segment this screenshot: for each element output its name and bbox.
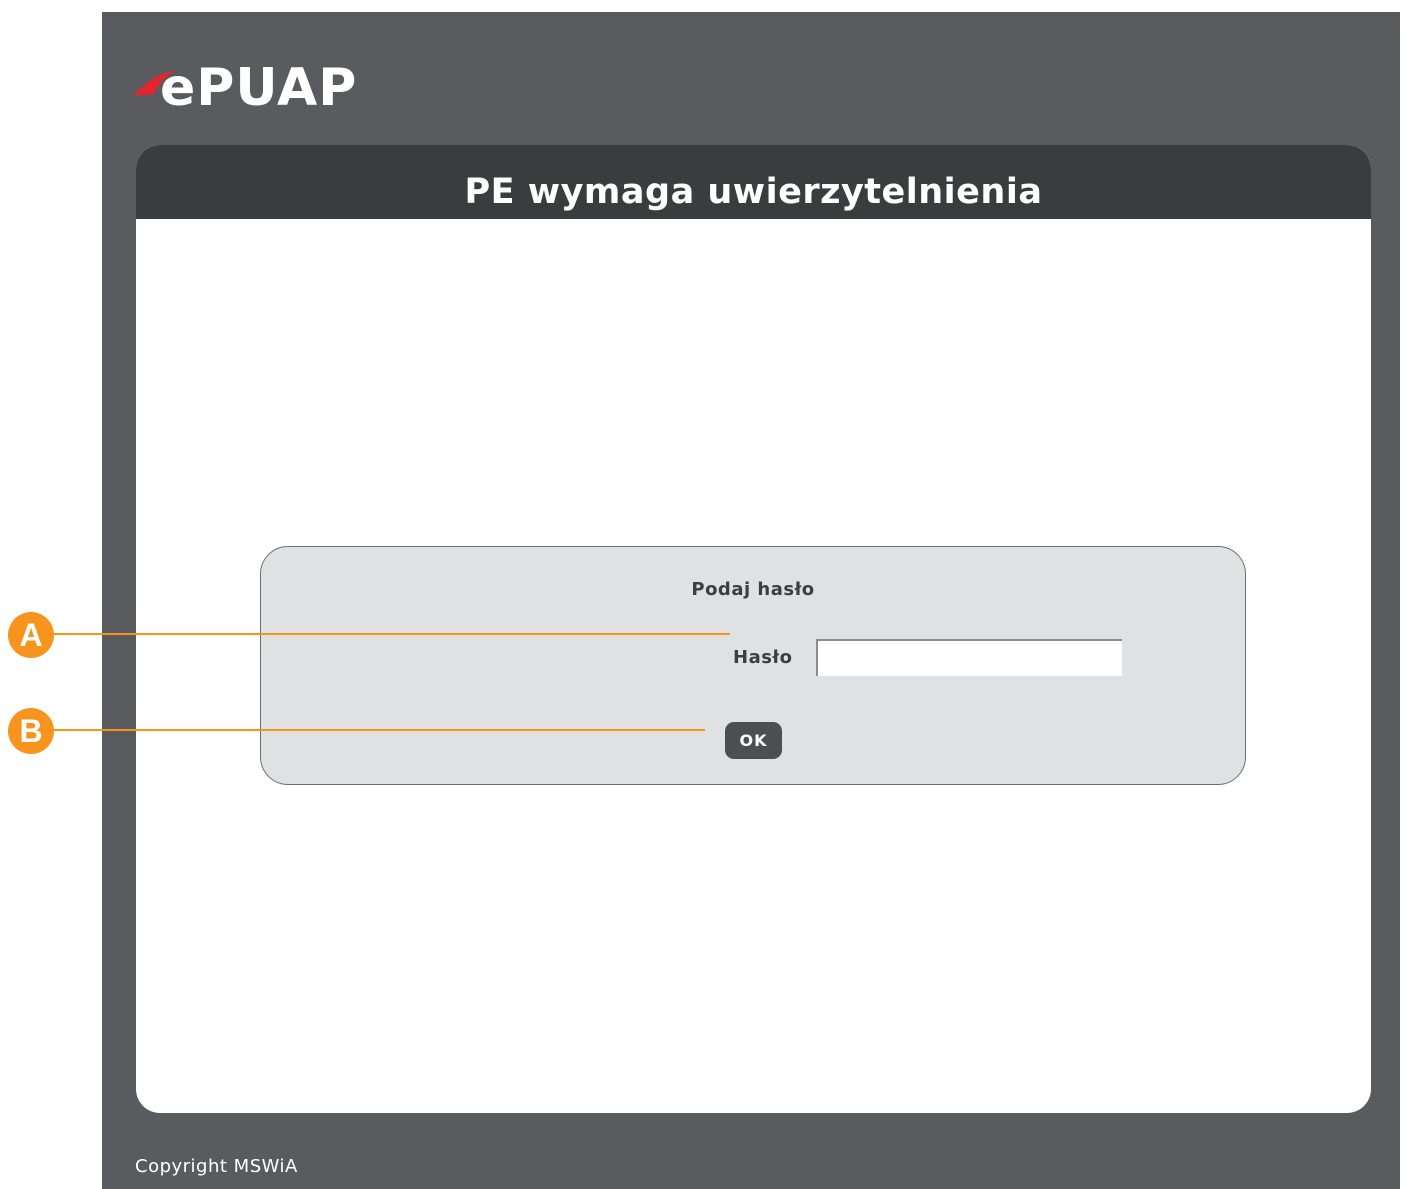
callout-line-a	[50, 633, 730, 635]
page-frame: ePUAP PE wymaga uwierzytelnienia Podaj h…	[102, 12, 1400, 1189]
page-title: PE wymaga uwierzytelnienia	[464, 172, 1043, 212]
logo-text: ePUAP	[160, 58, 358, 118]
callout-b-badge: B	[8, 708, 54, 754]
footer-copyright: Copyright MSWiA	[135, 1156, 298, 1177]
login-box: Podaj hasło Hasło OK	[260, 546, 1246, 785]
epuap-logo: ePUAP	[132, 56, 372, 122]
callout-a-badge: A	[8, 612, 54, 658]
ok-button[interactable]: OK	[725, 722, 782, 759]
callout-line-b	[50, 729, 705, 731]
main-panel: PE wymaga uwierzytelnienia Podaj hasło H…	[136, 145, 1371, 1113]
password-input[interactable]	[816, 639, 1122, 676]
login-heading: Podaj hasło	[691, 579, 815, 600]
panel-header: PE wymaga uwierzytelnienia	[136, 145, 1371, 219]
password-label: Hasło	[733, 647, 793, 668]
